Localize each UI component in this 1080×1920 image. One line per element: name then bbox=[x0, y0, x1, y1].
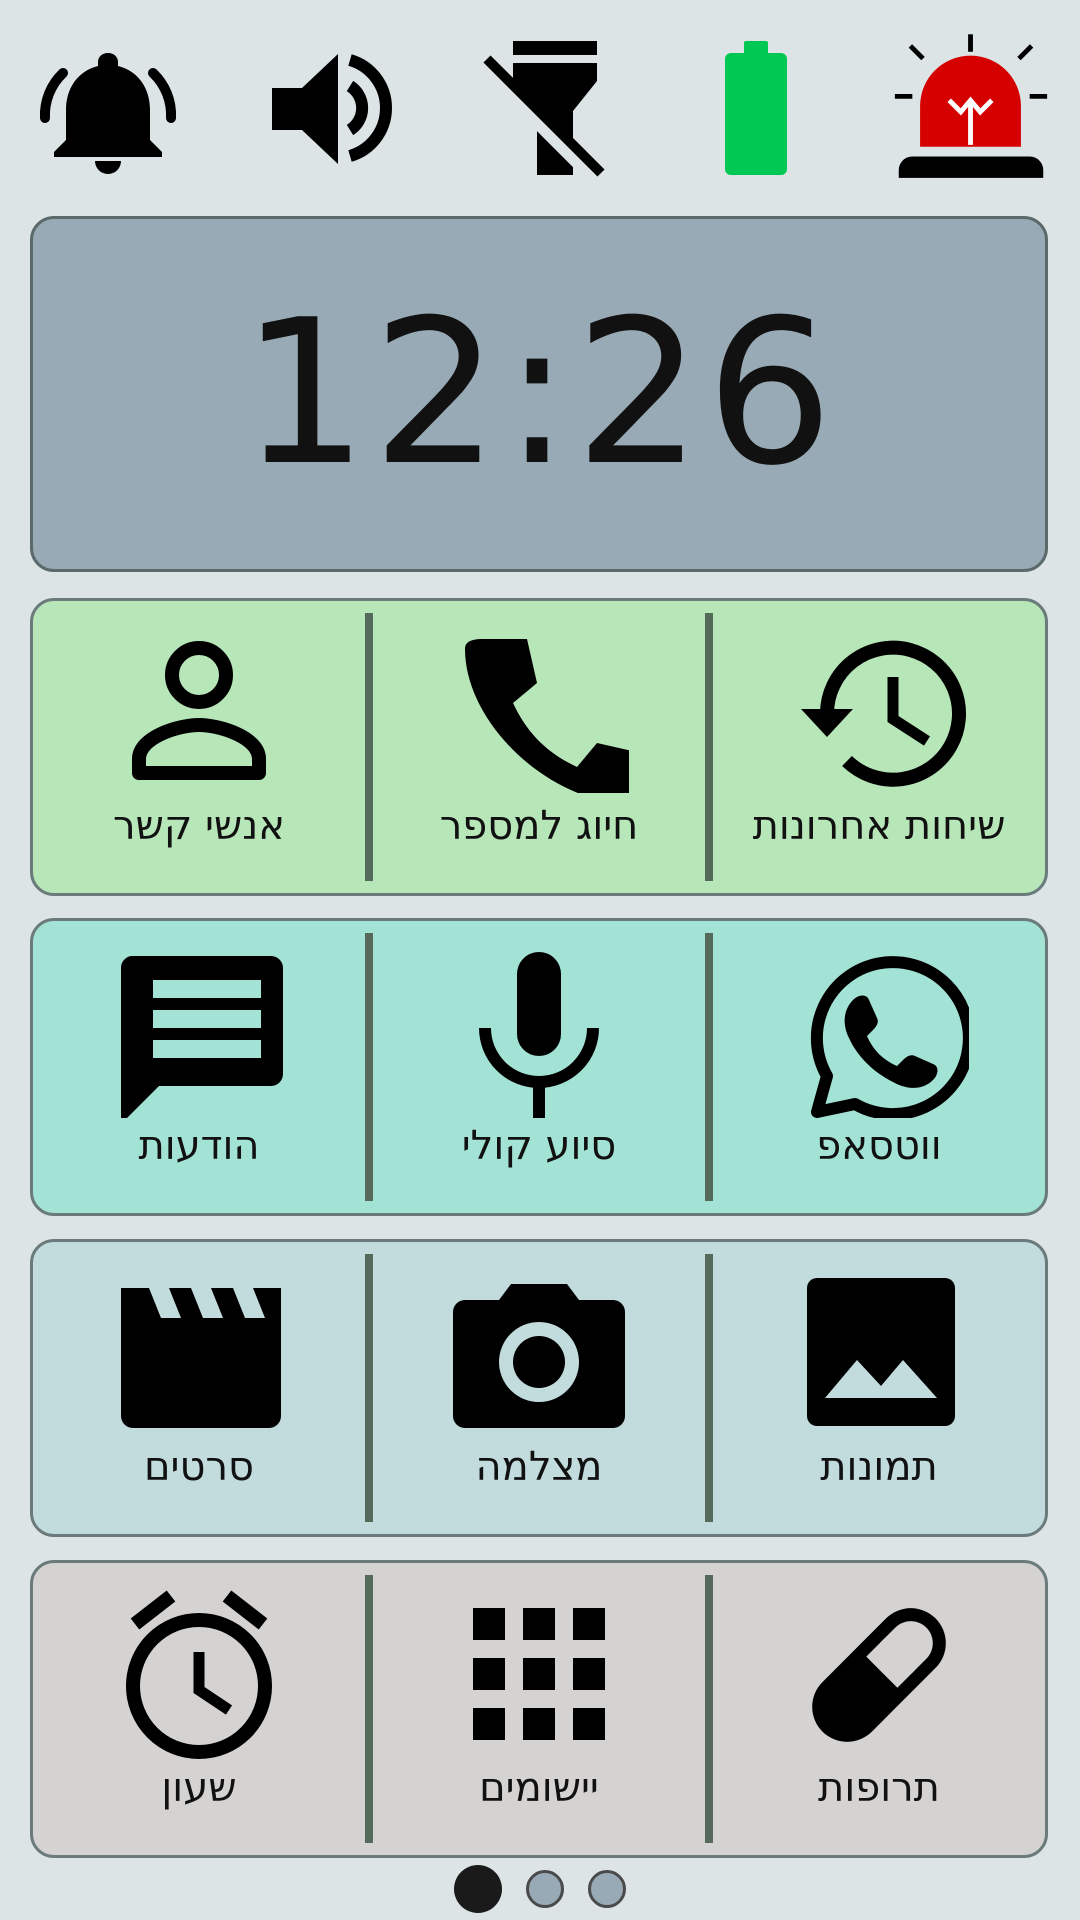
page-dot-1[interactable] bbox=[454, 1865, 502, 1913]
divider bbox=[705, 1254, 713, 1522]
bell-icon[interactable] bbox=[28, 28, 188, 188]
divider bbox=[705, 1575, 713, 1843]
tile-label: סיוע קולי bbox=[461, 1123, 617, 1169]
tile-movies[interactable]: סרטים bbox=[33, 1242, 365, 1534]
tile-label: תמונות bbox=[820, 1444, 938, 1490]
contact-icon bbox=[109, 633, 289, 793]
tile-recent-calls[interactable]: שיחות אחרונות bbox=[713, 601, 1045, 893]
divider bbox=[365, 613, 373, 881]
volume-icon[interactable] bbox=[244, 28, 404, 188]
page-dot-2[interactable] bbox=[526, 1870, 564, 1908]
battery-icon bbox=[676, 28, 836, 188]
clapperboard-icon bbox=[109, 1274, 289, 1434]
tile-row-media: תמונות מצלמה סרטים bbox=[30, 1239, 1048, 1537]
tile-label: שעון bbox=[161, 1765, 237, 1811]
divider bbox=[365, 1575, 373, 1843]
divider bbox=[705, 933, 713, 1201]
clock-time: 12:26 bbox=[240, 277, 838, 510]
apps-grid-icon bbox=[449, 1595, 629, 1755]
tile-messages[interactable]: הודעות bbox=[33, 921, 365, 1213]
tile-voice-assist[interactable]: סיוע קולי bbox=[373, 921, 705, 1213]
divider bbox=[705, 613, 713, 881]
divider bbox=[365, 933, 373, 1201]
page-dot-3[interactable] bbox=[588, 1870, 626, 1908]
tile-apps[interactable]: יישומים bbox=[373, 1563, 705, 1855]
microphone-icon bbox=[449, 952, 629, 1118]
status-bar bbox=[0, 0, 1080, 200]
tile-camera[interactable]: מצלמה bbox=[373, 1242, 705, 1534]
emergency-siren-icon[interactable] bbox=[891, 28, 1051, 188]
tile-label: סרטים bbox=[144, 1444, 254, 1490]
phone-icon bbox=[449, 633, 629, 793]
tile-label: מצלמה bbox=[475, 1444, 603, 1490]
tile-label: שיחות אחרונות bbox=[752, 803, 1006, 849]
tile-contacts[interactable]: אנשי קשר bbox=[33, 601, 365, 893]
tile-photos[interactable]: תמונות bbox=[713, 1242, 1045, 1534]
tile-label: תרופות bbox=[818, 1765, 940, 1811]
tile-medications[interactable]: תרופות bbox=[713, 1563, 1045, 1855]
page-indicator bbox=[0, 1864, 1080, 1914]
tile-label: יישומים bbox=[479, 1765, 599, 1811]
tile-row-tools: תרופות יישומים שעון bbox=[30, 1560, 1048, 1858]
tile-dial-number[interactable]: חיוג למספר bbox=[373, 601, 705, 893]
tile-label: אנשי קשר bbox=[112, 803, 286, 849]
message-icon bbox=[109, 953, 289, 1118]
tile-label: חיוג למספר bbox=[439, 803, 639, 849]
clock-panel[interactable]: 12:26 bbox=[30, 216, 1048, 572]
tile-row-calls: שיחות אחרונות חיוג למספר אנשי קשר bbox=[30, 598, 1048, 896]
alarm-clock-icon bbox=[109, 1590, 289, 1759]
whatsapp-icon bbox=[789, 953, 969, 1118]
tile-clock[interactable]: שעון bbox=[33, 1563, 365, 1855]
pill-icon bbox=[789, 1595, 969, 1755]
divider bbox=[365, 1254, 373, 1522]
history-icon bbox=[789, 633, 969, 793]
flashlight-off-icon[interactable] bbox=[456, 28, 616, 188]
tile-label: ווטסאפ bbox=[816, 1123, 942, 1169]
tile-label: הודעות bbox=[138, 1123, 260, 1169]
tile-whatsapp[interactable]: ווטסאפ bbox=[713, 921, 1045, 1213]
tile-row-messaging: ווטסאפ סיוע קולי הודעות bbox=[30, 918, 1048, 1216]
image-icon bbox=[789, 1274, 969, 1434]
camera-icon bbox=[449, 1274, 629, 1434]
